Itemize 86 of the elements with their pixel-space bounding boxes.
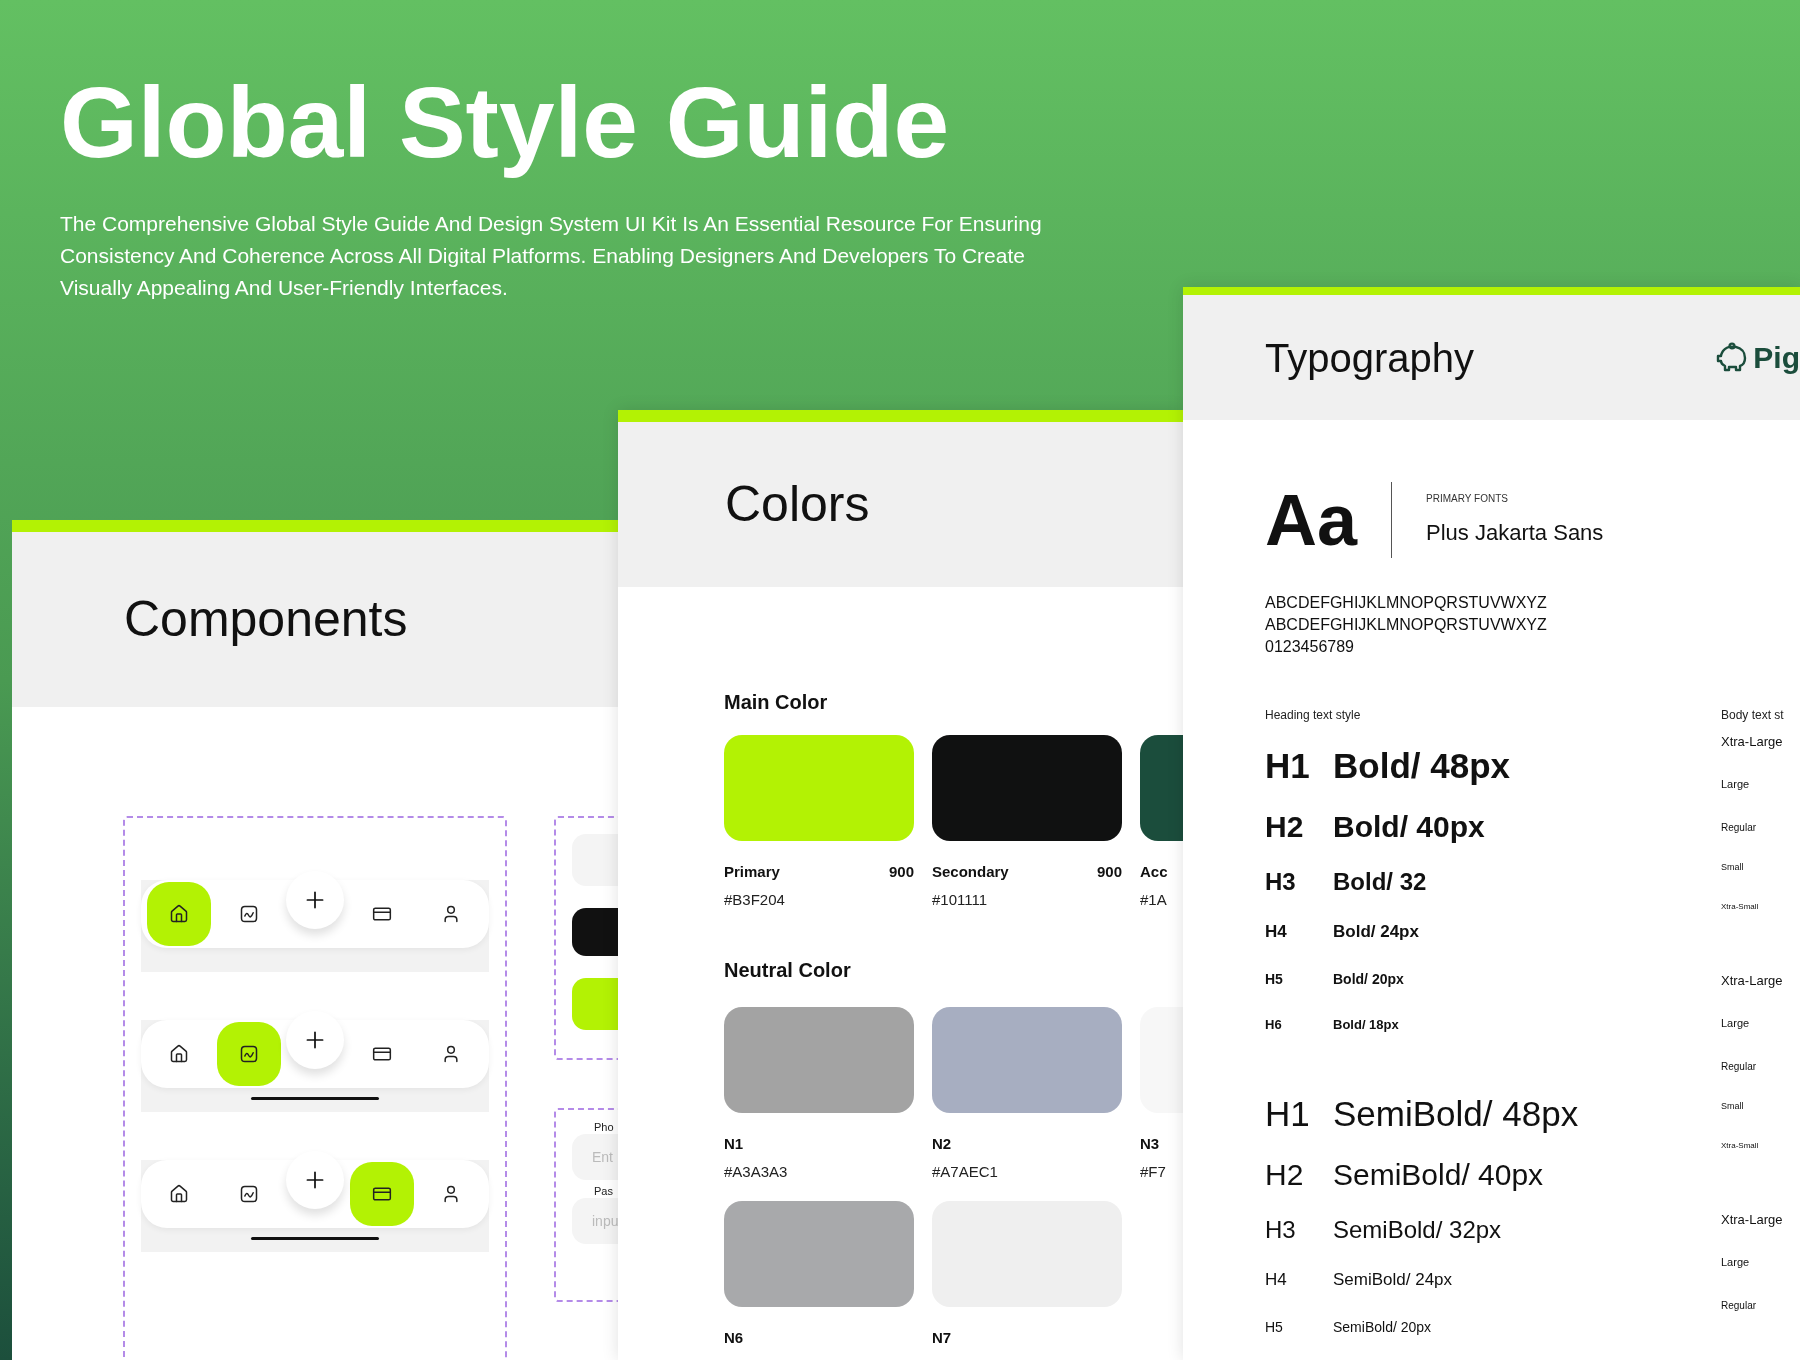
panel-title: Colors [725,475,870,534]
heading-style: SemiBold/ 40px [1333,1157,1544,1193]
nav-item[interactable] [147,882,211,946]
color-name: N6 [724,1327,744,1348]
color-hex: #101111 [932,891,989,909]
color-hex: #F7 [1140,1163,1167,1181]
user-icon [441,904,461,924]
chart-icon [238,904,259,924]
section-title: Main Color [724,690,829,715]
house-icon [169,1184,189,1204]
heading-style: Bold/ 32 [1333,867,1427,897]
chart-icon [238,1184,259,1204]
body-style: Small [1721,861,1745,874]
body-style: Large [1721,777,1751,792]
input-field[interactable]: inpu [572,1198,618,1244]
chart-icon [238,1044,259,1064]
color-name: Primary [724,861,780,882]
font-sample: Aa [1265,484,1358,556]
alphabet-line: ABCDEFGHIJKLMNOPQRSTUVWXYZ [1265,615,1548,635]
heading-level: H2 [1265,809,1305,845]
heading-level: H5 [1265,1317,1284,1337]
body-style: Regular [1721,821,1758,835]
house-icon [169,904,189,924]
heading-style: SemiBold/ 48px [1333,1093,1579,1136]
card-icon [371,1184,392,1204]
user-icon [441,1044,461,1064]
color-name: N1 [724,1133,744,1154]
color-hex: #A7AEC1 [932,1163,999,1181]
field-label: Pho [594,1120,615,1134]
font-caption: PRIMARY FONTS [1426,492,1509,506]
body-style: Xtra-Small [1721,901,1760,913]
nav-item[interactable] [349,1162,414,1226]
house-icon [169,1044,189,1064]
column-label: Heading text style [1265,707,1362,724]
card-icon [371,1044,392,1064]
heading-style: SemiBold/ 20px [1333,1317,1432,1337]
color-shade: 900 [1096,861,1122,882]
heading-level: H1 [1265,1093,1311,1136]
color-name: N7 [932,1327,952,1348]
field-label: Pas [594,1184,614,1198]
heading-style: SemiBold/ 32px [1333,1215,1502,1245]
heading-level: H3 [1265,867,1297,897]
body-style: Small [1721,1100,1745,1113]
heading-level: H4 [1265,1269,1288,1292]
color-hex: #B3F204 [724,891,786,909]
body-style: Regular [1721,1060,1758,1074]
heading-style: SemiBold/ 24px [1333,1269,1453,1292]
heading-level: H2 [1265,1157,1305,1193]
color-hex: #1A [1140,891,1168,909]
hero-description: The Comprehensive Global Style Guide And Design System UI Kit Is An Essential Resource For Ensuring Consistency And Coherence Across All Digital Platforms. Enabling Designers And Developers To Create Visually Appealing And User-Friendly Interfaces. [60,211,1043,301]
panel-title: Typography [1265,334,1475,382]
font-name: Plus Jakarta Sans [1426,519,1604,547]
hero-title: Global Style Guide [60,65,951,180]
color-shade: 900 [888,861,914,882]
body-style: Xtra-Large [1721,972,1784,990]
heading-style: Bold/ 24px [1333,921,1419,944]
heading-level: H1 [1265,745,1311,788]
color-hex: #A3A3A3 [724,1163,789,1181]
body-style: Xtra-Large [1721,733,1784,751]
user-icon [441,1184,461,1204]
color-name: Acc [1140,861,1168,882]
body-style: Regular [1721,1299,1758,1313]
brand-name: Pig [1753,342,1800,373]
heading-level: H5 [1265,969,1284,989]
nav-item[interactable] [216,1022,281,1086]
color-name: N3 [1140,1133,1160,1154]
body-style: Xtra-Large [1721,1211,1784,1229]
panel-title: Components [124,590,408,649]
heading-level: H3 [1265,1215,1297,1245]
heading-style: Bold/ 18px [1333,1016,1399,1035]
card-icon [371,904,392,924]
body-style: Large [1721,1016,1751,1031]
heading-style: Bold/ 48px [1333,745,1510,788]
heading-level: H6 [1265,1016,1283,1035]
alphabet-line: ABCDEFGHIJKLMNOPQRSTUVWXYZ [1265,593,1548,613]
input-field[interactable]: Ent [572,1134,618,1180]
section-title: Neutral Color [724,958,852,983]
column-label: Body text st [1721,707,1784,724]
alphabet-line: 0123456789 [1265,637,1355,657]
heading-style: Bold/ 40px [1333,809,1485,845]
body-style: Large [1721,1255,1751,1270]
color-name: N2 [932,1133,952,1154]
heading-level: H4 [1265,921,1288,944]
body-style: Xtra-Small [1721,1140,1760,1152]
heading-style: Bold/ 20px [1333,969,1404,989]
color-name: Secondary [932,861,1009,882]
